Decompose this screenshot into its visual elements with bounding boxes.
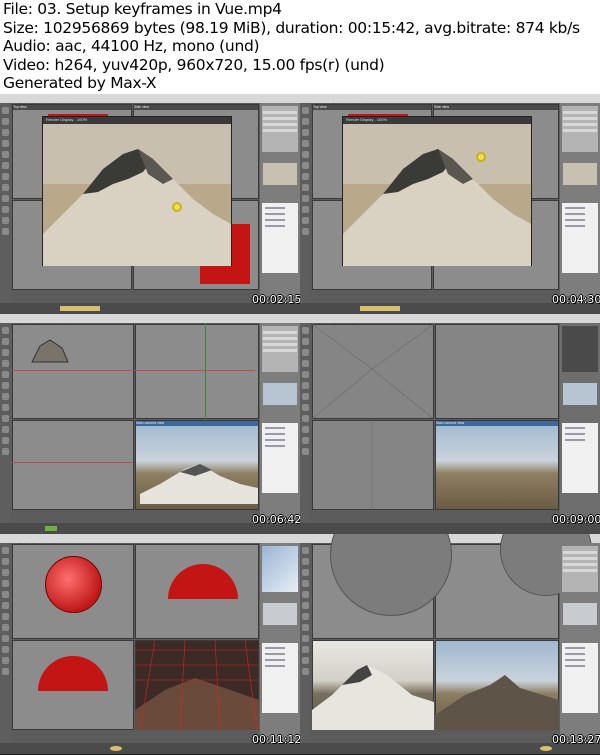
right-panel xyxy=(560,323,600,523)
camera-render xyxy=(135,640,259,730)
render-display-window[interactable]: Render Display - 100% xyxy=(342,116,532,266)
terrain-render xyxy=(312,665,434,730)
audio-info-line: Audio: aac, 44100 Hz, mono (und) xyxy=(3,37,260,55)
timestamp: 00:11:12 xyxy=(252,733,300,746)
thumbnail-5[interactable]: FileEditObjectAtmosphere 00:11:12 xyxy=(0,534,300,754)
terrain-render xyxy=(43,124,231,266)
view-title: Top view xyxy=(13,105,131,110)
menu-bar: FileEditObjectAtmosphere xyxy=(300,94,600,108)
left-toolbar xyxy=(0,103,11,303)
right-panel xyxy=(260,323,300,523)
menu-bar: FileEditObjectAtmosphere xyxy=(0,314,300,328)
thumbnail-3[interactable]: FileEditObjectAtmosphere Main camera vie… xyxy=(0,314,300,534)
left-toolbar xyxy=(300,323,311,523)
terrain-render xyxy=(435,675,559,730)
file-size-line: Size: 102956869 bytes (98.19 MiB), durat… xyxy=(3,18,580,37)
hotspot-marker xyxy=(172,202,182,212)
video-info-line: Video: h264, yuv420p, 960x720, 15.00 fps… xyxy=(3,55,385,74)
terrain-object xyxy=(31,339,69,363)
thumbnail-grid: FileEditObjectAtmosphere Top view Side v… xyxy=(0,94,600,755)
timestamp: 00:13:27 xyxy=(552,733,600,746)
red-sphere xyxy=(45,556,102,613)
side-view xyxy=(135,324,259,419)
timestamp: 00:06:42 xyxy=(252,513,300,526)
view-title: Side view xyxy=(134,105,258,110)
thumbnail-1[interactable]: FileEditObjectAtmosphere Top view Side v… xyxy=(0,94,300,314)
render-window-title: Render Display - 100% xyxy=(43,117,231,124)
left-toolbar xyxy=(0,323,11,523)
timestamp: 00:09:00 xyxy=(552,513,600,526)
generator-line: Generated by Max-X xyxy=(3,74,157,92)
menu-bar: FileEditObjectAtmosphere xyxy=(0,94,300,108)
thumbnail-6[interactable]: FileEditObjectAtmosphere 00:13:27 xyxy=(300,534,600,754)
timestamp: 00:04:30 xyxy=(552,293,600,306)
right-panel xyxy=(260,103,300,303)
view-lines xyxy=(312,324,435,510)
menu-bar: FileEditObjectAtmosphere xyxy=(300,314,600,328)
file-name-line: File: 03. Setup keyframes in Vue.mp4 xyxy=(3,0,282,18)
left-toolbar xyxy=(300,103,311,303)
file-info-header: File: 03. Setup keyframes in Vue.mp4 Siz… xyxy=(3,0,597,93)
right-panel xyxy=(560,543,600,743)
front-view xyxy=(12,420,134,510)
right-panel xyxy=(260,543,300,743)
view-title: Top view xyxy=(313,105,431,110)
terrain-render xyxy=(343,124,531,266)
terrain-render xyxy=(140,464,258,504)
view-title: Main camera view xyxy=(136,421,258,426)
menu-bar: FileEditObjectAtmosphere xyxy=(0,534,300,548)
render-display-window[interactable]: Render Display - 100% xyxy=(42,116,232,266)
right-panel xyxy=(560,103,600,303)
left-toolbar xyxy=(0,543,11,743)
hotspot-marker xyxy=(476,152,486,162)
view-title: Side view xyxy=(434,105,558,110)
render-window-title: Render Display - 100% xyxy=(343,117,531,124)
thumbnail-2[interactable]: FileEditObjectAtmosphere Top view Side v… xyxy=(300,94,600,314)
timestamp: 00:02:15 xyxy=(252,293,300,306)
thumbnail-4[interactable]: FileEditObjectAtmosphere Main camera vie… xyxy=(300,314,600,534)
left-toolbar xyxy=(300,543,311,743)
